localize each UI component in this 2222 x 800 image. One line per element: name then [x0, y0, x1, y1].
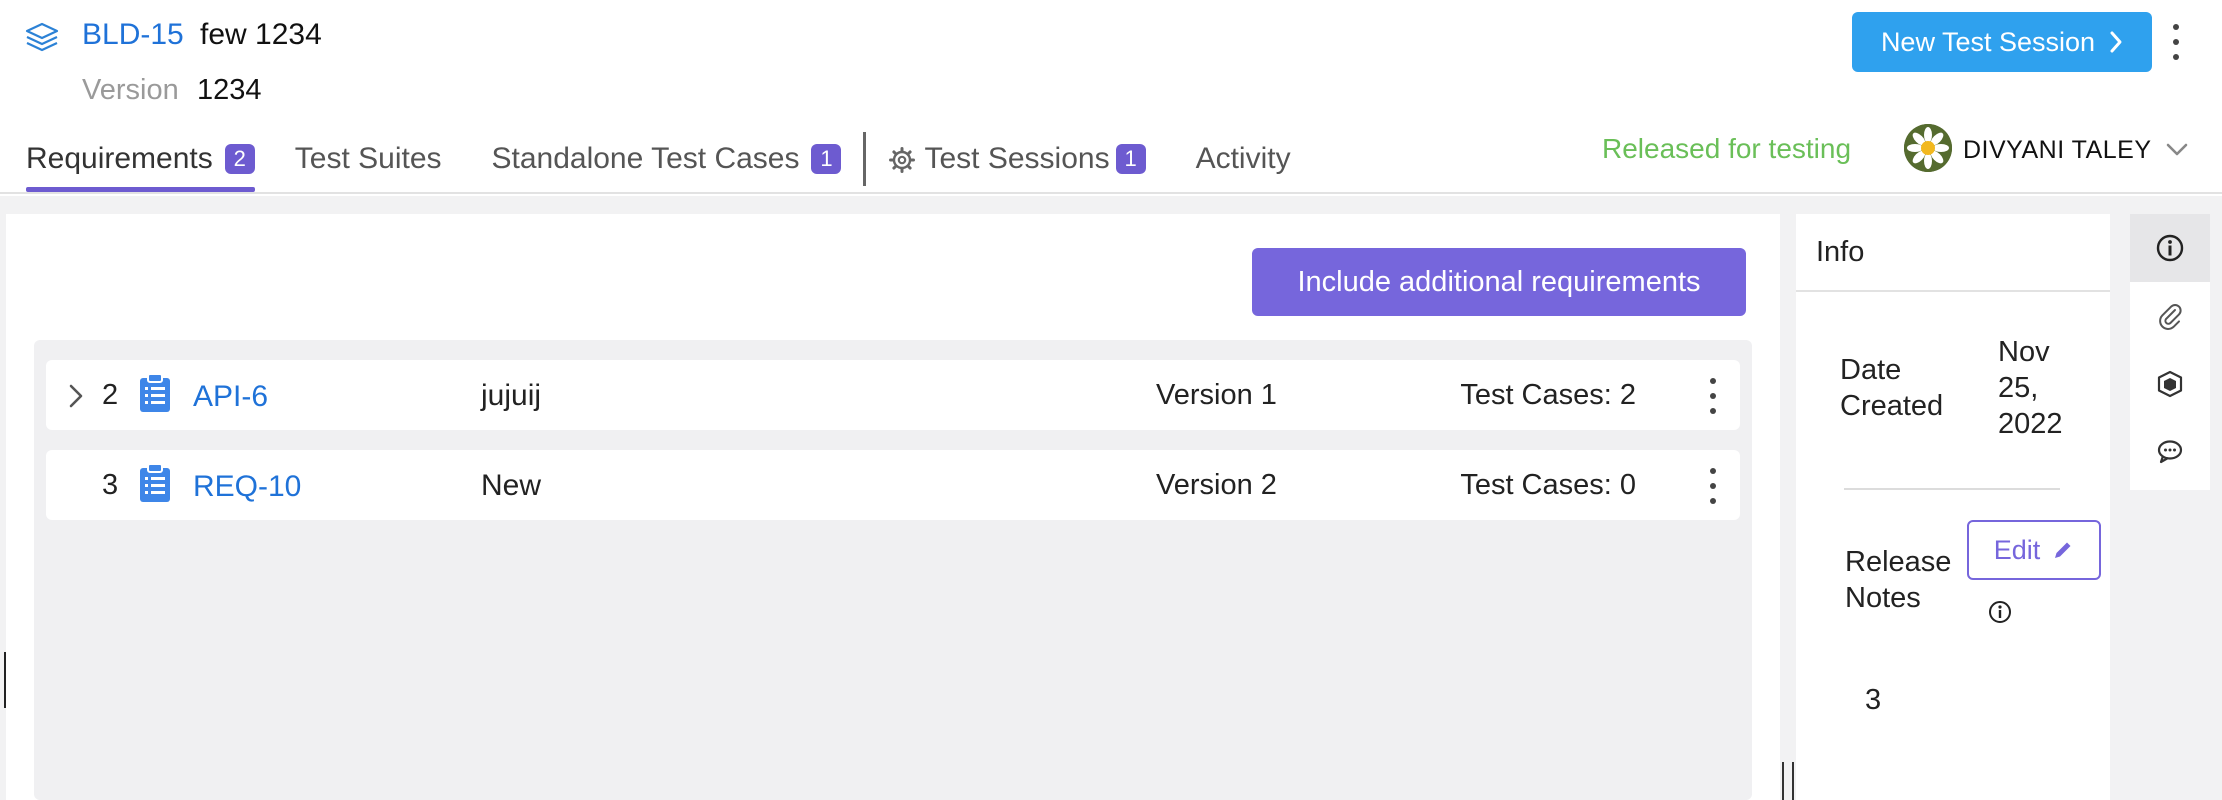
build-more-menu-icon[interactable]: [2168, 24, 2184, 60]
requirement-id-link[interactable]: API-6: [193, 380, 268, 414]
tab-requirements[interactable]: Requirements 2: [26, 132, 255, 192]
requirement-test-cases: Test Cases: 0: [1460, 469, 1636, 501]
requirement-test-cases: Test Cases: 2: [1460, 379, 1636, 411]
build-status: Released for testing: [1602, 133, 1852, 164]
text-cursor: [4, 652, 6, 708]
build-header: BLD-15 few 1234 Version 1234 New Test Se…: [0, 0, 2222, 196]
clipboard-list-icon: [140, 373, 170, 412]
chevron-right-icon[interactable]: [66, 383, 86, 409]
release-notes-label: Release Notes: [1845, 546, 1952, 614]
comments-icon: [2157, 440, 2183, 464]
edit-release-notes-button[interactable]: Edit: [1967, 520, 2101, 580]
rail-comments-button[interactable]: [2130, 418, 2210, 486]
tab-divider: [863, 132, 867, 186]
chevron-right-icon: [2110, 31, 2122, 53]
version-label: Version: [82, 74, 179, 106]
release-notes-value: 3: [1865, 684, 1882, 716]
tab-test-suites-label: Test Suites: [294, 142, 442, 175]
tab-standalone-test-cases[interactable]: Standalone Test Cases 1: [492, 132, 842, 192]
list-item[interactable]: 2 API-6 jujuij Version 1 Test Cases: 2: [46, 360, 1740, 430]
rail-components-button[interactable]: [2130, 350, 2210, 418]
info-divider: [1844, 488, 2060, 490]
daisy-avatar-icon: [1904, 124, 1952, 172]
tab-requirements-badge: 2: [224, 144, 255, 174]
info-icon[interactable]: [1988, 600, 2012, 624]
date-created-value: Nov 25, 2022: [1998, 336, 2063, 440]
new-test-session-button[interactable]: New Test Session: [1852, 12, 2152, 72]
info-icon: [2156, 234, 2184, 262]
clipboard-list-icon: [140, 463, 170, 502]
pencil-icon: [2055, 542, 2071, 558]
requirement-version: Version 1: [1156, 379, 1277, 411]
tab-standalone-badge: 1: [811, 144, 842, 174]
tab-activity-label: Activity: [1195, 142, 1291, 175]
tab-test-sessions-label: Test Sessions: [924, 142, 1110, 175]
rail-attachments-button[interactable]: [2130, 282, 2210, 350]
chevron-down-icon[interactable]: [2164, 140, 2190, 160]
tab-requirements-label: Requirements: [26, 142, 213, 175]
rail-info-button[interactable]: [2130, 214, 2210, 282]
layers-icon: [25, 22, 59, 52]
requirement-title: New: [481, 469, 542, 502]
avatar[interactable]: [1904, 124, 1952, 172]
requirement-version: Version 2: [1156, 469, 1277, 501]
tab-test-suites[interactable]: Test Suites: [295, 132, 442, 192]
requirement-title: jujuij: [481, 379, 542, 412]
header-divider: [0, 192, 2222, 194]
new-test-session-label: New Test Session: [1880, 26, 2096, 57]
edit-label: Edit: [1993, 534, 2041, 565]
gear-icon: [889, 147, 916, 173]
requirement-id-link[interactable]: REQ-10: [193, 470, 301, 504]
tab-activity[interactable]: Activity: [1196, 132, 1291, 192]
requirement-number: 3: [102, 469, 119, 501]
list-item[interactable]: 3 REQ-10 New Version 2 Test Cases: 0: [46, 450, 1740, 520]
tab-test-sessions[interactable]: Test Sessions 1: [888, 132, 1146, 192]
paperclip-icon: [2159, 304, 2182, 330]
row-more-menu-icon[interactable]: [1706, 468, 1720, 504]
version-value: 1234: [197, 74, 262, 106]
tab-standalone-label: Standalone Test Cases: [491, 142, 800, 175]
build-name: few 1234: [200, 18, 322, 51]
build-tabs: Requirements 2 Test Suites Standalone Te…: [26, 132, 1291, 192]
tab-test-sessions-badge: 1: [1115, 144, 1146, 174]
date-created-label: Date Created: [1840, 354, 1944, 422]
requirement-number: 2: [102, 379, 119, 411]
include-additional-requirements-button[interactable]: Include additional requirements: [1252, 248, 1746, 316]
build-id-link[interactable]: BLD-15: [82, 18, 184, 52]
info-panel-title: Info: [1816, 236, 1865, 268]
user-name[interactable]: DIVYANI TALEY: [1963, 136, 2152, 165]
box-icon: [2157, 370, 2183, 398]
panel-resize-handle[interactable]: [1782, 762, 1794, 800]
row-more-menu-icon[interactable]: [1706, 378, 1720, 414]
